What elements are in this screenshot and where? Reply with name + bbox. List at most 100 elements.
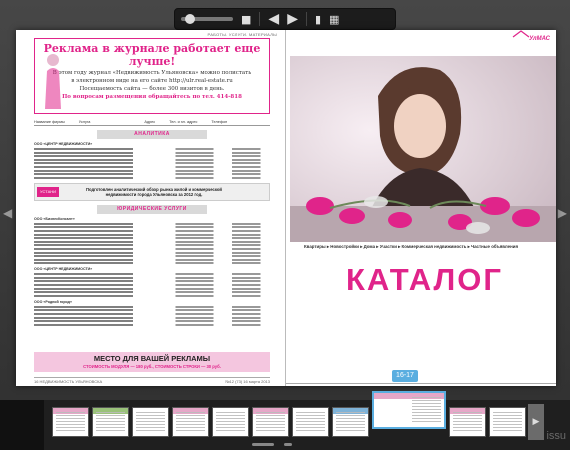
page-thumbnail[interactable]	[212, 407, 249, 437]
issuu-watermark: issu	[546, 430, 566, 442]
zoom-slider-knob[interactable]	[185, 14, 195, 24]
viewer-toolbar: ■ ◀ ▶ ▮ ▦	[174, 8, 396, 30]
table-row	[34, 323, 270, 326]
left-nav-arrow-icon[interactable]: ◀	[3, 206, 12, 220]
page-thumbnail-selected[interactable]	[372, 391, 446, 429]
ad-line: В этом году журнал «Недвижимость Ульянов…	[52, 70, 252, 76]
table-row	[34, 273, 270, 276]
table-row	[34, 162, 270, 165]
table-row	[34, 148, 270, 150]
page-view-icon[interactable]: ▮	[315, 14, 321, 25]
thumbnail-list	[52, 391, 526, 437]
table-rows	[34, 273, 270, 297]
table-row	[34, 320, 270, 323]
thumb-content	[453, 412, 482, 432]
footer-right: №12 (73) 16 марта 2013	[225, 379, 270, 384]
thumb-content	[296, 412, 325, 432]
page-thumbnail[interactable]	[52, 407, 89, 437]
table-rows	[34, 148, 270, 179]
table-header: Название фирмы Услуга Адрес Тел. и эл. а…	[34, 120, 270, 126]
page-footer-line	[286, 383, 556, 384]
table-row	[34, 229, 270, 232]
table-header-cell: Адрес	[144, 120, 156, 124]
thumb-content	[56, 412, 85, 432]
brand-logo: УлМАС	[529, 36, 550, 42]
table-row	[34, 294, 270, 297]
page-thumbnail[interactable]	[489, 407, 526, 437]
page-footer: 16 НЕДВИЖИМОСТЬ УЛЬЯНОВСКА №12 (73) 16 м…	[34, 377, 270, 384]
woman-illustration-icon	[45, 54, 61, 109]
table-row	[34, 226, 270, 229]
page-thumbnail[interactable]	[132, 407, 169, 437]
page-thumbnail[interactable]	[449, 407, 486, 437]
thumb-content	[336, 412, 365, 432]
ad-line: По вопросам размещения обращайтесь по те…	[62, 94, 242, 100]
ad-title: Реклама в журнале работает еще лучше!	[43, 42, 261, 68]
ad-line: Посещаемость сайта — более 300 визитов в…	[79, 86, 225, 92]
table-row	[34, 169, 270, 172]
scroll-indicator	[284, 443, 292, 446]
table-row	[34, 222, 270, 225]
stop-icon[interactable]: ■	[241, 14, 251, 25]
right-nav-arrow-icon[interactable]: ▶	[558, 206, 567, 220]
magazine-spread[interactable]: РАБОТЫ. УСЛУГИ. МАТЕРИАЛЫ Реклама в журн…	[16, 30, 556, 386]
org-name: ООО «ЦЕНТР НЕДВИЖИМОСТИ»	[34, 267, 93, 272]
strip-next-arrow-icon[interactable]: ▶	[528, 404, 544, 440]
left-page[interactable]: РАБОТЫ. УСЛУГИ. МАТЕРИАЛЫ Реклама в журн…	[16, 30, 286, 386]
section-analytics: АНАЛИТИКА	[97, 130, 207, 139]
table-row	[34, 287, 270, 290]
toolbar-separator	[259, 12, 261, 26]
table-row	[34, 155, 270, 158]
table-row	[34, 255, 270, 258]
zoom-slider[interactable]	[181, 14, 233, 24]
page-thumbnail[interactable]	[252, 407, 289, 437]
table-row	[34, 244, 270, 247]
scroll-indicator	[252, 443, 274, 446]
page-thumbnail[interactable]	[292, 407, 329, 437]
page-thumbnail[interactable]	[172, 407, 209, 437]
table-rows	[34, 305, 270, 326]
thumb-content	[493, 412, 522, 432]
next-page-icon[interactable]: ▶	[287, 12, 298, 26]
table-row	[34, 280, 270, 283]
catalog-title: КАТАЛОГ	[346, 262, 503, 297]
table-row	[34, 276, 270, 279]
prev-page-icon[interactable]: ◀	[268, 12, 279, 26]
ad-placeholder-banner: МЕСТО ДЛЯ ВАШЕЙ РЕКЛАМЫ СТОИМОСТЬ МОДУЛЯ…	[34, 352, 270, 372]
table-header-cell: Телефон	[211, 120, 228, 124]
table-header-cell: Услуга	[78, 120, 91, 124]
table-row	[34, 247, 270, 250]
grid-view-icon[interactable]: ▦	[329, 14, 339, 25]
note-tag: УСТАНИ	[37, 186, 59, 197]
analytics-note: УСТАНИ Подготовлен аналитический обзор р…	[34, 182, 270, 201]
thumb-content	[136, 412, 165, 432]
table-rows	[34, 222, 270, 265]
table-row	[34, 305, 270, 308]
current-page-label: 16-17	[392, 370, 418, 382]
cover-photo	[290, 56, 556, 242]
thumbnail-strip[interactable]: ▶ issu	[0, 391, 570, 450]
ad-line: в электронном виде на его сайте http://u…	[71, 78, 233, 84]
table-row	[34, 251, 270, 254]
table-row	[34, 313, 270, 316]
org-name: ООО «ЦЕНТР НЕДВИЖИМОСТИ»	[34, 142, 93, 146]
table-row	[34, 158, 270, 161]
table-row	[34, 165, 270, 168]
thumb-content	[412, 397, 441, 423]
table-row	[34, 151, 270, 154]
page-thumbnail[interactable]	[332, 407, 369, 437]
strip-scroll-left[interactable]	[0, 400, 44, 450]
table-row	[34, 173, 270, 176]
right-page[interactable]: УлМАС Квартиры ▸ Новостройки ▸ Дома ▸ Уч…	[286, 30, 556, 386]
footer-left: 16 НЕДВИЖИМОСТЬ УЛЬЯНОВСКА	[34, 379, 103, 384]
table-row	[34, 176, 270, 179]
thumb-content	[216, 412, 245, 432]
magazine-ad-banner: Реклама в журнале работает еще лучше! В …	[34, 38, 270, 114]
thumb-content	[176, 412, 205, 432]
services-table: Название фирмы Услуга Адрес Тел. и эл. а…	[34, 120, 270, 376]
page-header: РАБОТЫ. УСЛУГИ. МАТЕРИАЛЫ	[207, 32, 277, 37]
page-thumbnail[interactable]	[92, 407, 129, 437]
table-header-cell: Тел. и эл. адрес	[169, 120, 198, 124]
ad-placeholder-price: СТОИМОСТЬ МОДУЛЯ — 180 руб., СТОИМОСТЬ С…	[83, 364, 221, 369]
ad-placeholder-title: МЕСТО ДЛЯ ВАШЕЙ РЕКЛАМЫ	[93, 354, 211, 363]
